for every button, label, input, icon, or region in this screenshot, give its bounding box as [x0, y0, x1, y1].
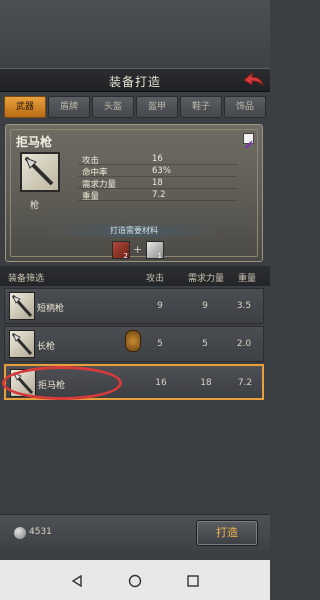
- item-spear-icon: [20, 152, 60, 192]
- tab-armor[interactable]: 盔甲: [136, 96, 178, 118]
- page-title: 装备打造: [108, 75, 161, 89]
- bottom-bar: 4531 打造: [0, 514, 270, 550]
- back-arrow-icon[interactable]: [242, 71, 264, 89]
- currency-amount: 4531: [29, 527, 52, 537]
- item-name: 拒马枪: [16, 135, 53, 149]
- system-nav-bar: [0, 560, 270, 600]
- tab-shoes[interactable]: 鞋子: [180, 96, 222, 118]
- filter-header: 装备筛选 攻击 需求力量 重量: [0, 266, 270, 286]
- tab-helmet[interactable]: 头盔: [92, 96, 134, 118]
- column-strength: 需求力量: [188, 274, 225, 284]
- filter-label: 装备筛选: [8, 274, 45, 284]
- attack-value: 16: [155, 378, 167, 388]
- list-item-selected[interactable]: 拒马枪 16 18 7.2: [4, 364, 264, 400]
- item-name: 短柄枪: [37, 304, 65, 314]
- stat-row: 重量 7.2: [78, 189, 238, 202]
- weight-value: 3.5: [236, 301, 252, 311]
- column-attack: 攻击: [146, 274, 165, 284]
- weight-value: 2.0: [236, 339, 252, 349]
- attack-value: 5: [157, 339, 163, 349]
- spear-icon: [10, 369, 36, 397]
- spear-icon: [9, 330, 35, 358]
- stat-label: 重量: [82, 192, 100, 202]
- silver-material-icon[interactable]: 1: [146, 241, 164, 260]
- title-bar: 装备打造: [0, 68, 270, 92]
- stat-row: 攻击 16: [78, 153, 238, 166]
- item-detail-panel: 拒马枪 枪 攻击 16 命中率 63% 需求力量 18 重量 7.2 打造需要材…: [5, 124, 263, 262]
- stat-value: 18: [152, 178, 163, 188]
- material-count: 1: [157, 252, 162, 260]
- nav-recent-icon[interactable]: [186, 573, 200, 587]
- nav-back-icon[interactable]: [70, 573, 84, 588]
- category-tabs: 武器 盾牌 头盔 盔甲 鞋子 饰品: [4, 96, 266, 118]
- plus-icon: +: [133, 243, 143, 256]
- silver-coin-icon: [14, 527, 26, 539]
- nav-home-icon[interactable]: [128, 573, 142, 588]
- strength-value: 18: [200, 378, 212, 388]
- stat-value: 16: [152, 154, 163, 164]
- list-item[interactable]: 短柄枪 9 9 3.5: [4, 288, 264, 324]
- strength-value: 9: [202, 301, 208, 311]
- class-icon: [243, 133, 254, 149]
- stat-value: 7.2: [152, 190, 166, 200]
- status-bar-area: [0, 0, 270, 68]
- column-weight: 重量: [238, 274, 257, 284]
- weight-value: 7.2: [237, 378, 253, 388]
- tab-shield[interactable]: 盾牌: [48, 96, 90, 118]
- materials-label: 打造需要材料: [46, 225, 222, 237]
- attack-value: 9: [157, 301, 163, 311]
- material-count: 2: [123, 252, 128, 260]
- lock-badge-icon: [125, 330, 141, 352]
- tab-accessory[interactable]: 饰品: [224, 96, 266, 118]
- strength-value: 5: [202, 339, 208, 349]
- stat-row: 命中率 63%: [78, 165, 238, 178]
- item-name: 长枪: [37, 342, 56, 352]
- item-name: 拒马枪: [38, 381, 66, 391]
- stat-row: 需求力量 18: [78, 177, 238, 190]
- stat-value: 63%: [152, 166, 171, 176]
- spear-icon: [9, 292, 35, 320]
- forge-button[interactable]: 打造: [196, 520, 258, 546]
- red-material-icon[interactable]: 2: [112, 241, 130, 260]
- tab-weapon[interactable]: 武器: [4, 96, 46, 118]
- item-stats: 攻击 16 命中率 63% 需求力量 18 重量 7.2: [78, 153, 238, 202]
- item-type: 枪: [30, 201, 40, 211]
